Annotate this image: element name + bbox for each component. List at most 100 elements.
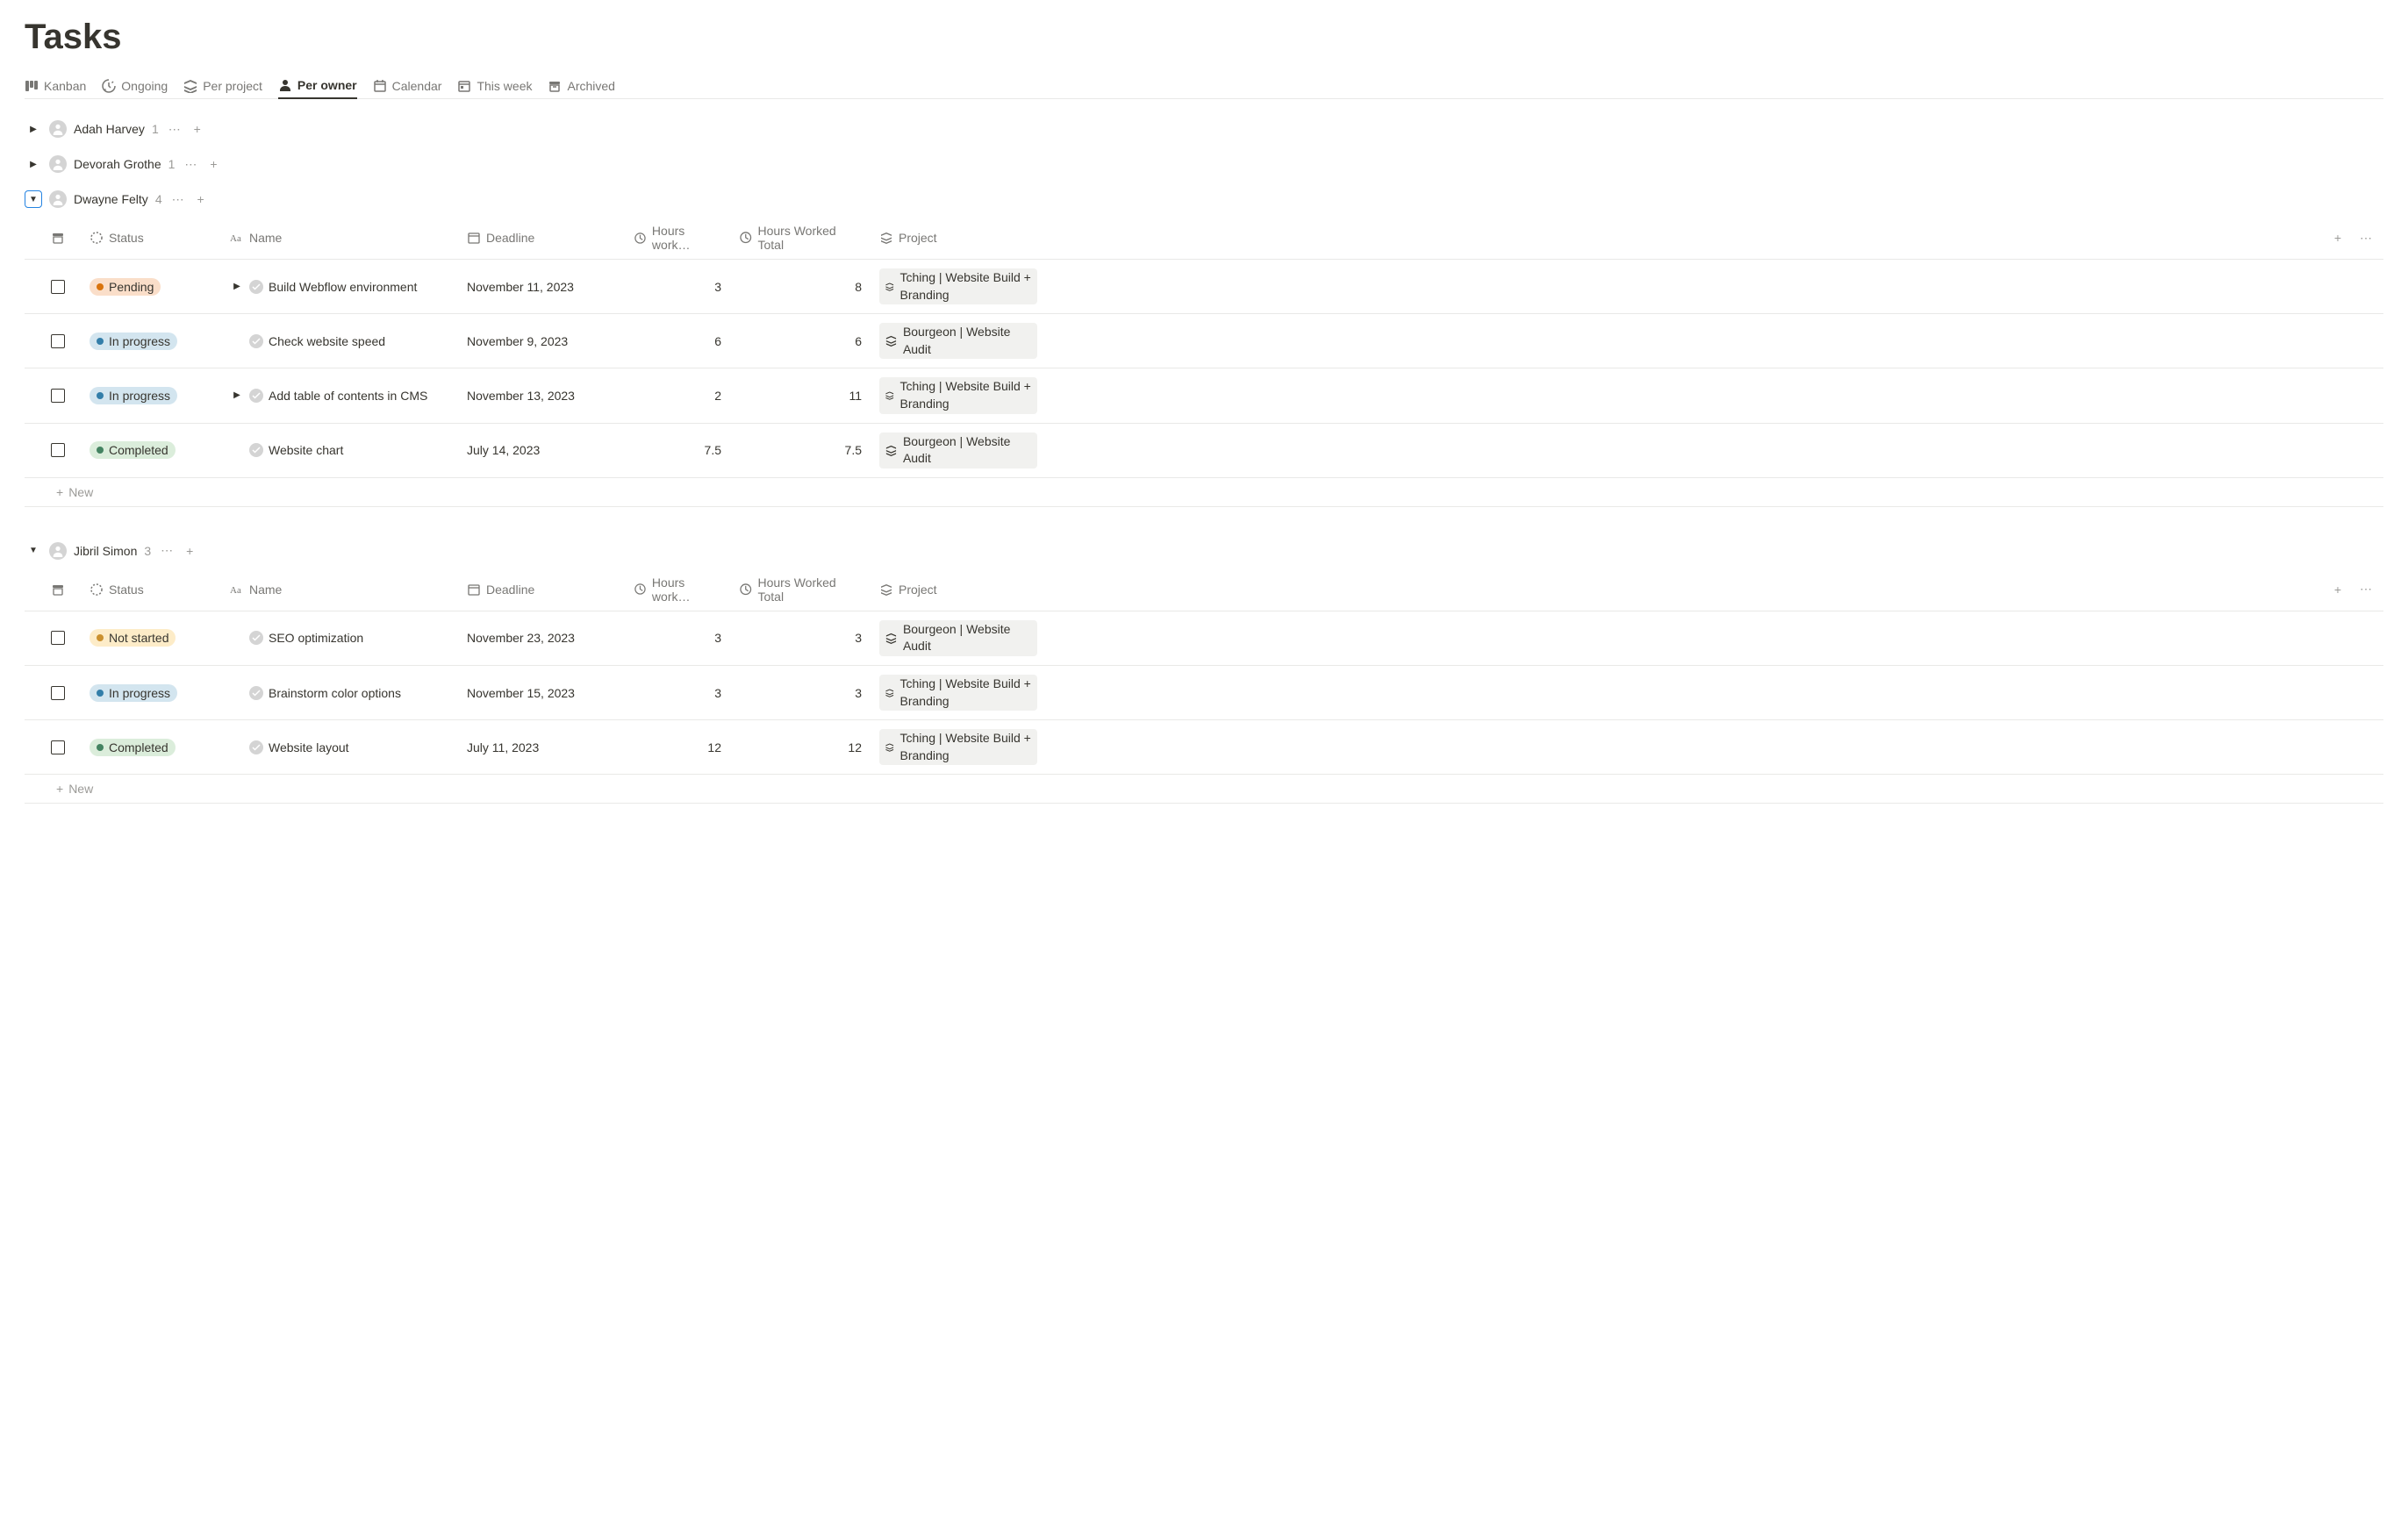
task-check-icon[interactable] [249,334,263,348]
group-owner-name[interactable]: Jibril Simon [74,544,137,558]
row-checkbox[interactable] [51,443,65,457]
status-badge[interactable]: Pending [90,278,161,296]
group-add-button[interactable]: + [204,155,222,173]
group-toggle-button[interactable]: ▶ [25,120,42,138]
more-columns-button[interactable]: ⋯ [2357,581,2375,598]
col-name[interactable]: AaName [221,217,458,259]
table-row[interactable]: Not started SEO optimization November 23… [25,611,2383,666]
group-owner-name[interactable]: Dwayne Felty [74,192,148,206]
status-badge[interactable]: In progress [90,387,177,404]
row-checkbox[interactable] [51,389,65,403]
col-hours-total[interactable]: Hours Worked Total [730,217,871,259]
group-toggle-button[interactable]: ▼ [25,190,42,208]
group-add-button[interactable]: + [189,120,206,138]
owner-avatar [49,542,67,560]
project-tag[interactable]: Tching | Website Build + Branding [879,377,1037,413]
task-name: SEO optimization [269,631,363,645]
tab-kanban[interactable]: Kanban [25,73,86,98]
new-row-button[interactable]: +New [25,775,2383,804]
col-status[interactable]: Status [81,217,221,259]
status-text: In progress [109,389,170,403]
project-tag[interactable]: Tching | Website Build + Branding [879,268,1037,304]
col-project[interactable]: Project [871,568,1046,611]
project-tag[interactable]: Bourgeon | Website Audit [879,323,1037,359]
task-check-icon[interactable] [249,740,263,754]
tab-per-project[interactable]: Per project [183,73,262,98]
tab-per-owner[interactable]: Per owner [278,73,357,99]
group-toggle-button[interactable]: ▶ [25,155,42,173]
col-archive[interactable] [25,217,81,259]
row-checkbox[interactable] [51,280,65,294]
status-badge[interactable]: In progress [90,684,177,702]
status-badge[interactable]: Completed [90,739,176,756]
task-check-icon[interactable] [249,389,263,403]
project-tag[interactable]: Bourgeon | Website Audit [879,620,1037,656]
tab-ongoing[interactable]: Ongoing [102,73,168,98]
expand-subitems-button[interactable]: ▶ [230,390,244,400]
status-dot [97,283,104,290]
new-row-button[interactable]: +New [25,478,2383,507]
deadline-value: November 13, 2023 [467,389,575,403]
text-icon: Aa [230,583,244,597]
status-badge[interactable]: In progress [90,332,177,350]
table-header: Status AaName Deadline Hours work… Hours… [25,568,2383,611]
tab-this-week[interactable]: This week [457,73,532,98]
group-owner-name[interactable]: Devorah Grothe [74,157,161,171]
col-label: Hours Worked Total [757,576,862,604]
hours-total-value: 7.5 [739,443,862,457]
task-check-icon[interactable] [249,686,263,700]
group-more-button[interactable]: ⋯ [182,155,199,173]
owner-avatar [49,155,67,173]
status-icon [90,583,104,597]
deadline-value: November 23, 2023 [467,631,575,645]
col-archive[interactable] [25,568,81,611]
table-row[interactable]: In progress Check website speed November… [25,314,2383,368]
row-checkbox[interactable] [51,334,65,348]
table-row[interactable]: Pending ▶ Build Webflow environment Nove… [25,260,2383,314]
col-status[interactable]: Status [81,568,221,611]
col-hours-total[interactable]: Hours Worked Total [730,568,871,611]
group-add-button[interactable]: + [181,542,198,560]
tab-label: Per project [203,79,262,93]
tab-icon [25,79,39,93]
group-add-button[interactable]: + [192,190,210,208]
group-count: 1 [168,157,176,171]
table-row[interactable]: Completed Website chart July 14, 2023 7.… [25,424,2383,478]
group-more-button[interactable]: ⋯ [169,190,187,208]
group-more-button[interactable]: ⋯ [158,542,176,560]
row-checkbox[interactable] [51,631,65,645]
add-column-button[interactable]: + [2329,229,2347,247]
task-check-icon[interactable] [249,443,263,457]
more-columns-button[interactable]: ⋯ [2357,229,2375,247]
col-deadline[interactable]: Deadline [458,568,625,611]
tab-archived[interactable]: Archived [548,73,614,98]
status-text: Completed [109,740,168,754]
task-check-icon[interactable] [249,280,263,294]
row-checkbox[interactable] [51,740,65,754]
add-column-button[interactable]: + [2329,581,2347,598]
col-project[interactable]: Project [871,217,1046,259]
col-name[interactable]: AaName [221,568,458,611]
col-deadline[interactable]: Deadline [458,217,625,259]
group-owner-name[interactable]: Adah Harvey [74,122,145,136]
project-tag[interactable]: Tching | Website Build + Branding [879,675,1037,711]
project-icon [885,631,898,645]
col-hours-worked[interactable]: Hours work… [625,568,730,611]
table-row[interactable]: Completed Website layout July 11, 2023 1… [25,720,2383,775]
status-badge[interactable]: Completed [90,441,176,459]
table-row[interactable]: In progress Brainstorm color options Nov… [25,666,2383,720]
project-name: Bourgeon | Website Audit [903,324,1032,358]
status-text: In progress [109,686,170,700]
expand-subitems-button[interactable]: ▶ [230,282,244,291]
task-check-icon[interactable] [249,631,263,645]
group-toggle-button[interactable]: ▼ [25,542,42,560]
status-badge[interactable]: Not started [90,629,176,647]
row-checkbox[interactable] [51,686,65,700]
project-tag[interactable]: Bourgeon | Website Audit [879,433,1037,468]
table-row[interactable]: In progress ▶ Add table of contents in C… [25,368,2383,423]
group-more-button[interactable]: ⋯ [166,120,183,138]
col-hours-worked[interactable]: Hours work… [625,217,730,259]
col-label: Status [109,583,144,597]
tab-calendar[interactable]: Calendar [373,73,442,98]
project-tag[interactable]: Tching | Website Build + Branding [879,729,1037,765]
